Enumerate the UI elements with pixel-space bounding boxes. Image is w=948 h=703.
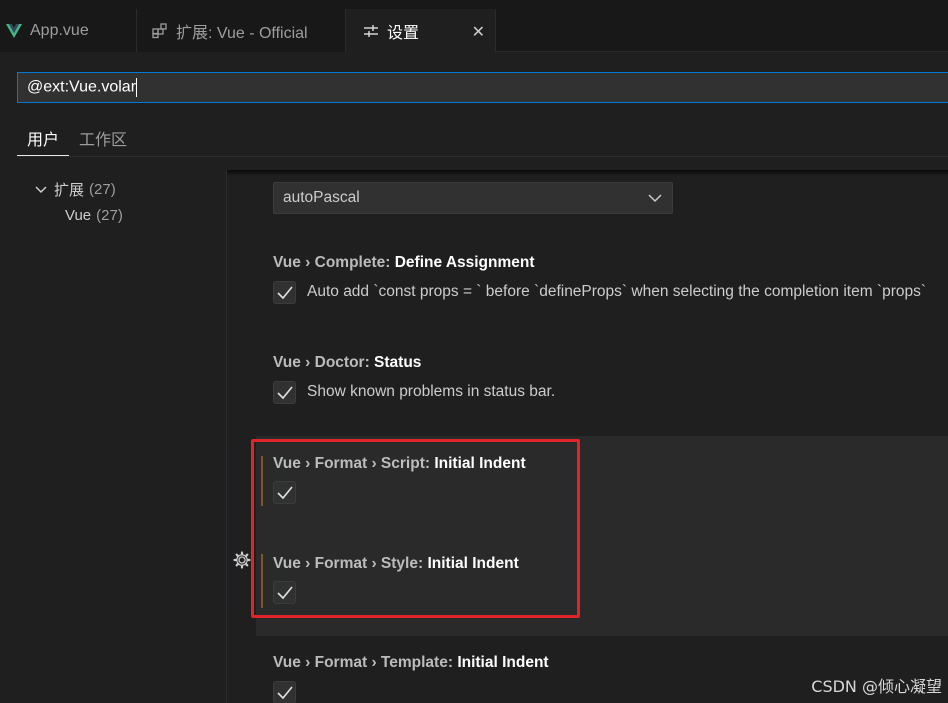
setting-category: Vue › Format › Template: — [273, 654, 458, 671]
tab-app-vue[interactable]: App.vue — [0, 9, 137, 52]
watermark: CSDN @倾心凝望 — [811, 677, 942, 696]
settings-sliders-icon — [363, 24, 379, 38]
editor-tab-bar: App.vue 扩展: Vue - Official 设置 ✕ — [0, 0, 948, 52]
toc-item-vue[interactable]: Vue (27) — [65, 207, 123, 224]
close-icon[interactable]: ✕ — [472, 22, 485, 42]
setting-title: Vue › Format › Template: Initial Indent — [273, 654, 549, 672]
search-value: @ext:Vue.volar — [27, 78, 137, 96]
settings-toc: 扩展 (27) Vue (27) — [0, 170, 226, 703]
settings-scope-tabs: 用户 工作区 — [17, 118, 137, 156]
vue-logo-icon — [6, 23, 22, 38]
tab-workspace-settings[interactable]: 工作区 — [69, 118, 137, 156]
extensions-icon — [152, 22, 168, 39]
setting-name: Status — [374, 354, 422, 371]
dropdown-value: autoPascal — [283, 189, 360, 206]
tab-label: 扩展: Vue - Official — [176, 24, 308, 42]
highlight-annotation-box — [251, 439, 580, 618]
setting-name: Define Assignment — [394, 254, 535, 271]
setting-name: Initial Indent — [457, 654, 549, 671]
tab-extension-vue-official[interactable]: 扩展: Vue - Official — [137, 9, 346, 52]
check-icon — [276, 285, 293, 299]
setting-checkbox[interactable] — [273, 681, 296, 703]
toc-item-extensions[interactable]: 扩展 (27) — [34, 179, 116, 200]
tab-label: App.vue — [30, 21, 89, 39]
setting-checkbox[interactable] — [273, 381, 296, 404]
setting-checkbox[interactable] — [273, 281, 296, 304]
chevron-down-icon — [648, 194, 662, 203]
gear-icon[interactable] — [233, 551, 251, 569]
toc-count: (27) — [96, 207, 123, 224]
setting-item-doctor-status: Vue › Doctor: Status Show known problems… — [257, 338, 948, 418]
settings-search-input[interactable]: @ext:Vue.volar — [17, 72, 948, 103]
setting-category: Vue › Complete: — [273, 254, 395, 271]
setting-title: Vue › Doctor: Status — [273, 354, 421, 372]
toc-count: (27) — [89, 181, 116, 198]
check-icon — [276, 385, 293, 399]
setting-description: Auto add `const props = ` before `define… — [307, 283, 927, 300]
setting-dropdown[interactable]: autoPascal — [273, 182, 673, 214]
divider — [17, 156, 948, 157]
tab-settings[interactable]: 设置 ✕ — [346, 9, 496, 52]
chevron-down-icon — [35, 185, 47, 193]
settings-list: autoPascal Vue › Complete: Define Assign… — [227, 170, 948, 703]
setting-description: Show known problems in status bar. — [307, 383, 556, 400]
toc-label: Vue — [65, 207, 92, 224]
toc-label: 扩展 — [54, 182, 85, 199]
scroll-shadow — [227, 170, 948, 176]
setting-category: Vue › Doctor: — [273, 354, 375, 371]
setting-item-define-assignment: Vue › Complete: Define Assignment Auto a… — [257, 238, 948, 318]
setting-title: Vue › Complete: Define Assignment — [273, 254, 535, 272]
check-icon — [276, 685, 293, 699]
tab-label: 设置 — [387, 25, 420, 42]
title-strip — [0, 0, 948, 9]
tab-user-settings[interactable]: 用户 — [17, 118, 70, 156]
text-cursor — [136, 78, 138, 97]
